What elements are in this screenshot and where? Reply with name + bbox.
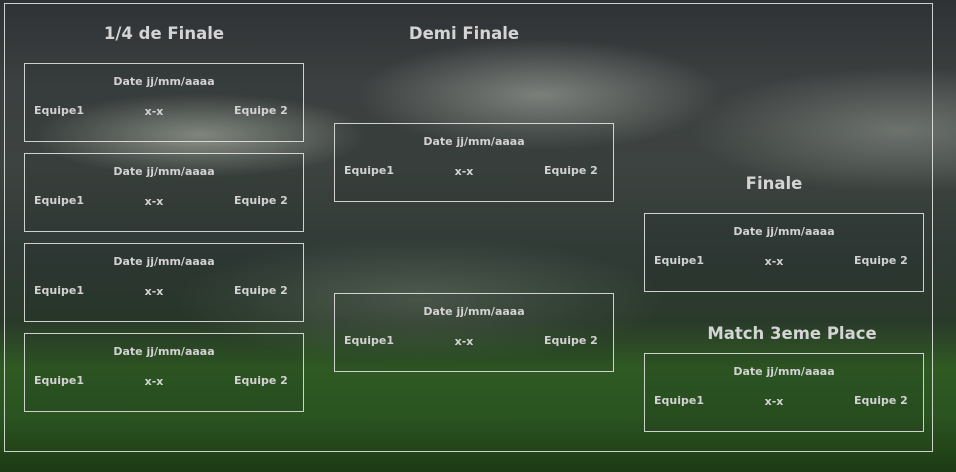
match-score: x-x (454, 335, 474, 348)
match-score: x-x (144, 195, 164, 208)
quarter-final-match-2[interactable]: Date jj/mm/aaaa Equipe1 x-x Equipe 2 (24, 153, 304, 232)
final-match[interactable]: Date jj/mm/aaaa Equipe1 x-x Equipe 2 (644, 213, 924, 292)
team-1: Equipe1 (34, 194, 84, 207)
semi-final-match-2[interactable]: Date jj/mm/aaaa Equipe1 x-x Equipe 2 (334, 293, 614, 372)
match-date: Date jj/mm/aaaa (113, 75, 215, 88)
match-score: x-x (764, 395, 784, 408)
team-2: Equipe 2 (544, 334, 598, 347)
match-date: Date jj/mm/aaaa (423, 135, 525, 148)
team-1: Equipe1 (654, 254, 704, 267)
final-title: Finale (745, 174, 803, 193)
match-date: Date jj/mm/aaaa (733, 365, 835, 378)
match-date: Date jj/mm/aaaa (733, 225, 835, 238)
match-score: x-x (144, 285, 164, 298)
match-date: Date jj/mm/aaaa (423, 305, 525, 318)
team-2: Equipe 2 (854, 394, 908, 407)
quarter-final-title: 1/4 de Finale (103, 24, 225, 43)
match-score: x-x (144, 105, 164, 118)
match-date: Date jj/mm/aaaa (113, 165, 215, 178)
team-2: Equipe 2 (234, 104, 288, 117)
team-2: Equipe 2 (234, 194, 288, 207)
quarter-final-match-4[interactable]: Date jj/mm/aaaa Equipe1 x-x Equipe 2 (24, 333, 304, 412)
semi-final-title: Demi Finale (408, 24, 520, 43)
team-1: Equipe1 (34, 104, 84, 117)
match-score: x-x (144, 375, 164, 388)
team-1: Equipe1 (344, 334, 394, 347)
team-1: Equipe1 (344, 164, 394, 177)
team-2: Equipe 2 (234, 284, 288, 297)
match-score: x-x (764, 255, 784, 268)
quarter-final-match-1[interactable]: Date jj/mm/aaaa Equipe1 x-x Equipe 2 (24, 63, 304, 142)
team-1: Equipe1 (34, 374, 84, 387)
third-place-title: Match 3eme Place (707, 324, 877, 343)
match-score: x-x (454, 165, 474, 178)
match-date: Date jj/mm/aaaa (113, 345, 215, 358)
semi-final-match-1[interactable]: Date jj/mm/aaaa Equipe1 x-x Equipe 2 (334, 123, 614, 202)
team-2: Equipe 2 (854, 254, 908, 267)
match-date: Date jj/mm/aaaa (113, 255, 215, 268)
team-2: Equipe 2 (234, 374, 288, 387)
team-1: Equipe1 (34, 284, 84, 297)
team-2: Equipe 2 (544, 164, 598, 177)
team-1: Equipe1 (654, 394, 704, 407)
third-place-match[interactable]: Date jj/mm/aaaa Equipe1 x-x Equipe 2 (644, 353, 924, 432)
quarter-final-match-3[interactable]: Date jj/mm/aaaa Equipe1 x-x Equipe 2 (24, 243, 304, 322)
